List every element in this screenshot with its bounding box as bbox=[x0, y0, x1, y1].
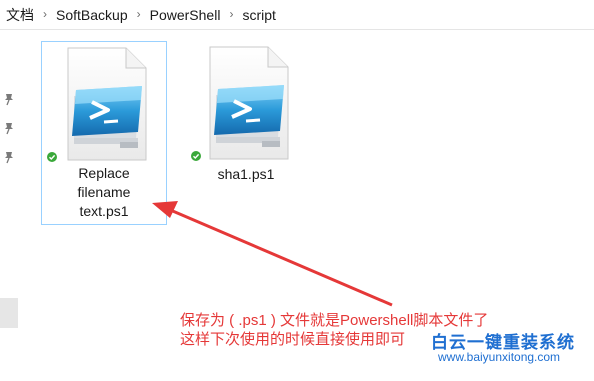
watermark-url: www.baiyunxitong.com bbox=[438, 350, 561, 364]
